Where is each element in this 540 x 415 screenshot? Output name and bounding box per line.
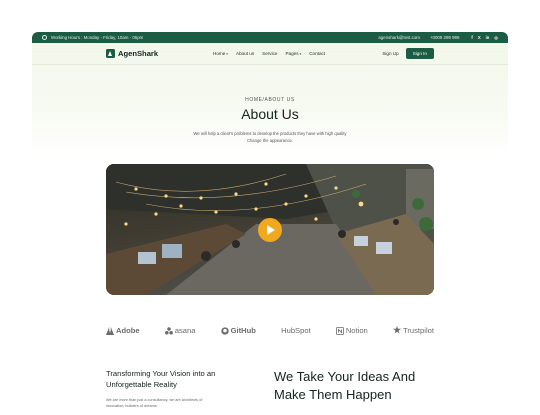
section-right-title: We Take Your Ideas And Make Them Happen xyxy=(274,369,416,402)
email-link[interactable]: agenshark@test.com xyxy=(378,35,420,40)
partner-label: asana xyxy=(174,326,196,335)
working-hours-text: Working Hours : Monday - Friday, 10am - … xyxy=(51,35,144,40)
page-subtitle: We will help a client's problems to deve… xyxy=(193,131,347,143)
partner-label: GitHub xyxy=(230,326,256,335)
contact-info: agenshark@test.com +0009 299 999 f X in … xyxy=(378,35,498,40)
nav-item-home[interactable]: Home xyxy=(213,51,228,56)
clock-icon xyxy=(42,35,47,40)
logo-icon xyxy=(106,49,115,58)
partner-notion: Notion xyxy=(335,326,368,335)
linkedin-icon[interactable]: in xyxy=(486,35,490,40)
nav-item-about[interactable]: About us xyxy=(236,51,254,56)
hero-section: AgenShark Home About us Service Pages Co… xyxy=(32,43,508,155)
x-icon[interactable]: X xyxy=(478,35,481,40)
sign-in-button[interactable]: Sign In xyxy=(405,48,434,59)
nav-item-service[interactable]: Service xyxy=(262,51,277,56)
sign-up-link[interactable]: Sign Up xyxy=(382,51,398,56)
website-frame: Working Hours : Monday - Friday, 10am - … xyxy=(32,32,508,415)
play-button[interactable] xyxy=(258,218,282,242)
asana-icon xyxy=(164,326,173,335)
nav-menu: Home About us Service Pages Contact xyxy=(213,51,325,56)
brand-name: AgenShark xyxy=(118,49,159,58)
nav-item-contact[interactable]: Contact xyxy=(309,51,325,56)
section-left-text: We are more than just a consultancy, we … xyxy=(106,398,203,408)
section-left-title: Transforming Your Vision into an Unforge… xyxy=(106,369,216,389)
partner-asana: asana xyxy=(164,326,196,335)
partner-label: Adobe xyxy=(116,326,140,335)
phone-link[interactable]: +0009 299 999 xyxy=(430,35,459,40)
github-icon xyxy=(220,326,229,335)
partner-label: Trustpilot xyxy=(403,326,434,335)
partner-label: Notion xyxy=(345,326,368,335)
breadcrumb: HOME/ABOUT US xyxy=(245,97,295,103)
facebook-icon[interactable]: f xyxy=(471,35,472,40)
instagram-icon[interactable]: ◎ xyxy=(494,35,498,40)
main-nav: AgenShark Home About us Service Pages Co… xyxy=(32,43,508,65)
partner-github: GitHub xyxy=(220,326,256,335)
partner-adobe: Adobe xyxy=(106,326,140,335)
working-hours: Working Hours : Monday - Friday, 10am - … xyxy=(42,35,143,40)
adobe-icon xyxy=(106,326,114,335)
auth-actions: Sign Up Sign In xyxy=(382,48,434,59)
partner-logos: Adobe asana GitHub HubSpot Notion ★ Trus… xyxy=(106,325,434,336)
page: Working Hours : Monday - Friday, 10am - … xyxy=(0,0,540,415)
nav-item-pages[interactable]: Pages xyxy=(285,51,301,56)
partner-label: HubSpot xyxy=(281,326,311,335)
top-bar: Working Hours : Monday - Friday, 10am - … xyxy=(32,32,508,43)
star-icon: ★ xyxy=(392,325,402,335)
partner-trustpilot: ★ Trustpilot xyxy=(393,325,434,336)
partner-hubspot: HubSpot xyxy=(281,326,311,335)
page-title: About Us xyxy=(241,106,299,122)
brand-logo[interactable]: AgenShark xyxy=(106,49,158,58)
notion-icon xyxy=(335,326,344,335)
office-video[interactable] xyxy=(106,164,434,295)
social-links: f X in ◎ xyxy=(471,35,498,40)
